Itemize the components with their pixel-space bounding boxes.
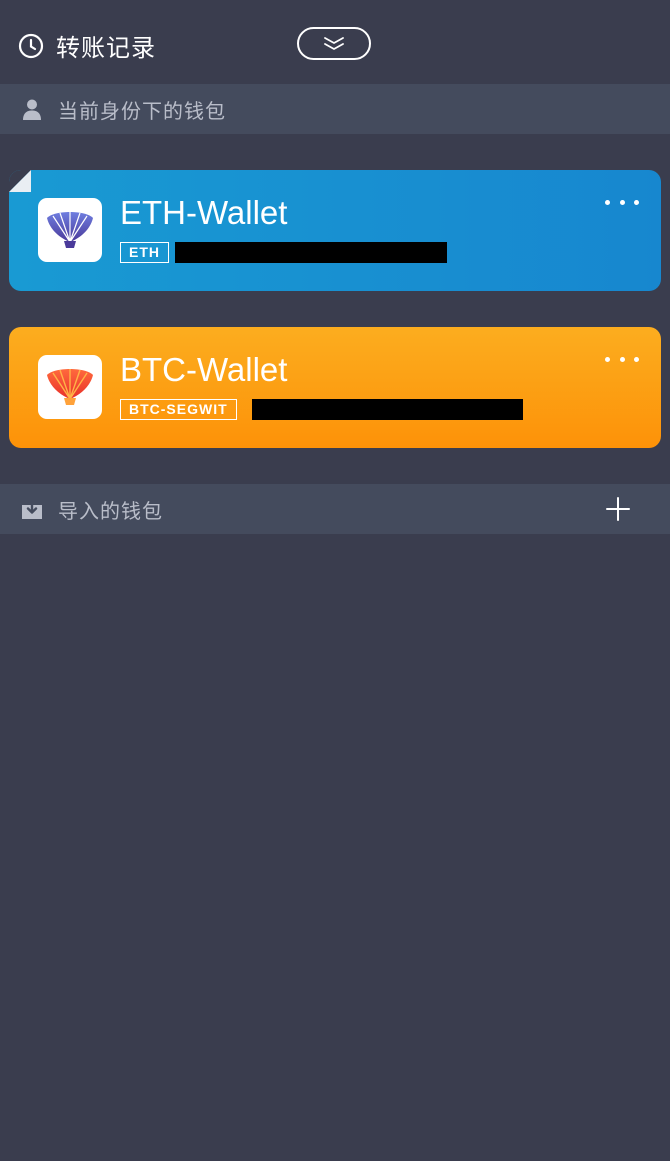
ellipsis-icon bbox=[605, 356, 610, 362]
plus-icon[interactable] bbox=[604, 495, 632, 523]
wallet-more-button[interactable] bbox=[605, 349, 639, 369]
user-icon bbox=[23, 99, 41, 120]
ellipsis-dot bbox=[634, 356, 639, 362]
ellipsis-dot bbox=[634, 199, 639, 205]
double-chevron-down-icon bbox=[324, 36, 344, 50]
wallet-address-redacted bbox=[252, 399, 523, 420]
wallet-address-redacted bbox=[175, 242, 447, 263]
identity-wallets-title: 当前身份下的钱包 bbox=[58, 98, 226, 123]
imported-wallets-title: 导入的钱包 bbox=[58, 498, 163, 523]
download-icon bbox=[22, 501, 42, 519]
shell-icon bbox=[47, 369, 93, 405]
eth-wallet-logo bbox=[38, 198, 102, 262]
wallet-more-button[interactable] bbox=[605, 192, 639, 212]
ellipsis-dot bbox=[619, 199, 625, 205]
shell-icon bbox=[47, 212, 93, 248]
ellipsis-icon bbox=[605, 199, 610, 205]
transfer-history-button[interactable]: 转账记录 bbox=[18, 28, 156, 63]
identity-wallets-header: 当前身份下的钱包 bbox=[0, 84, 670, 134]
ellipsis-dot bbox=[619, 356, 625, 362]
wallet-name: BTC-Wallet bbox=[120, 351, 288, 388]
wallet-card-eth[interactable]: ETH-Wallet ETH bbox=[9, 170, 661, 291]
wallet-name: ETH-Wallet bbox=[120, 194, 288, 231]
card-corner-fold-inner bbox=[9, 170, 31, 192]
wallet-chain-tag: ETH bbox=[120, 242, 169, 263]
wallet-chain-tag: BTC-SEGWIT bbox=[120, 399, 237, 420]
transfer-history-label: 转账记录 bbox=[56, 34, 156, 62]
imported-wallets-header: 导入的钱包 bbox=[0, 484, 670, 534]
btc-wallet-logo bbox=[38, 355, 102, 419]
top-bar: 转账记录 bbox=[0, 0, 670, 84]
collapse-button[interactable] bbox=[297, 27, 371, 60]
wallet-card-btc[interactable]: BTC-Wallet BTC-SEGWIT bbox=[9, 327, 661, 448]
clock-icon bbox=[18, 33, 44, 58]
